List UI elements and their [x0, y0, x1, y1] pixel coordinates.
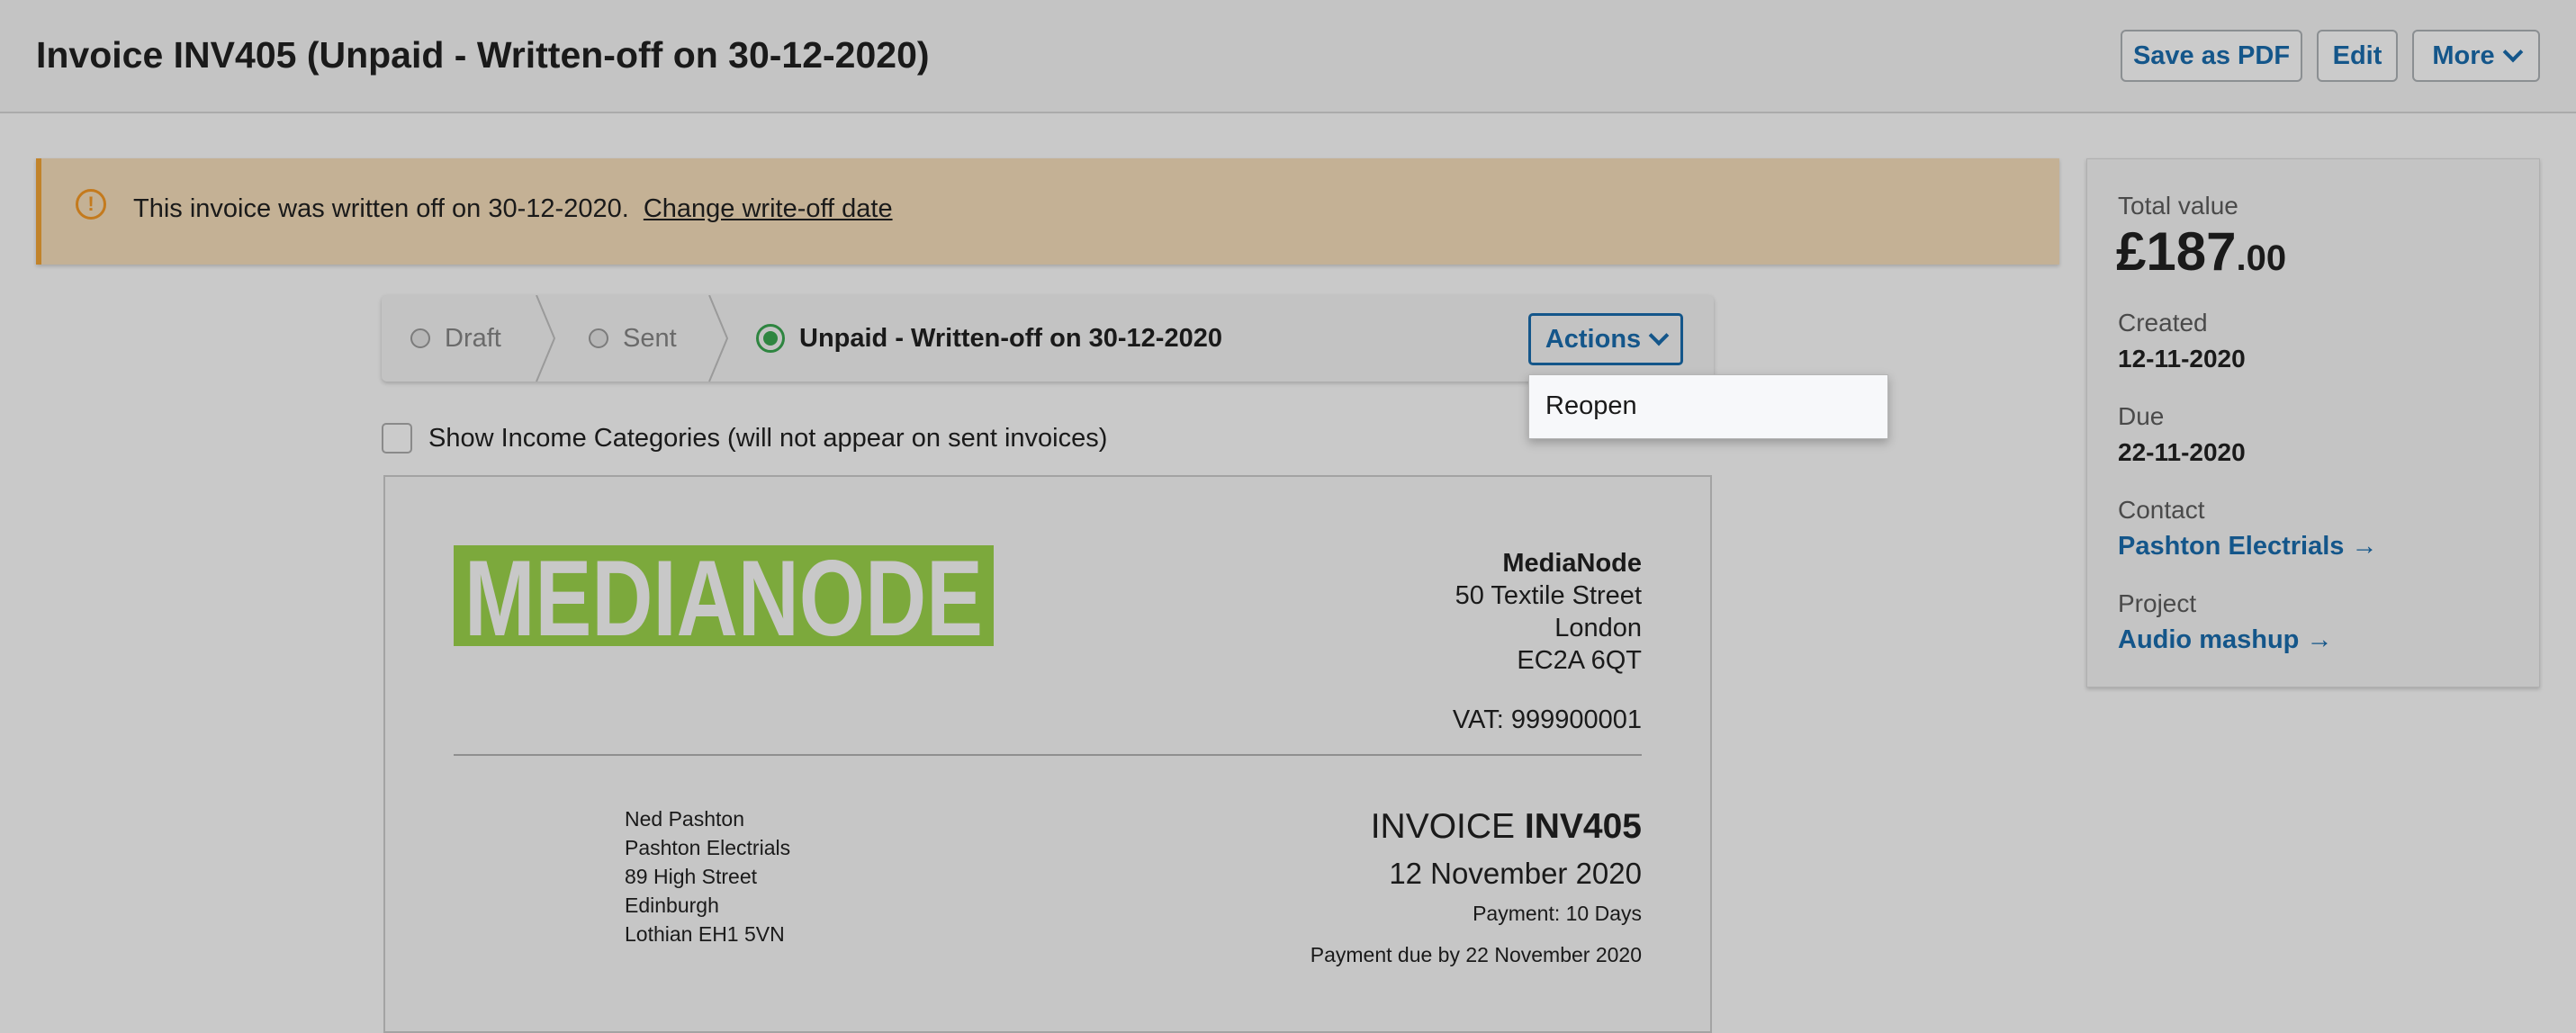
status-step-label: Draft	[445, 323, 501, 353]
show-income-categories-label[interactable]: Show Income Categories (will not appear …	[428, 424, 1107, 454]
actions-label: Actions	[1545, 324, 1642, 354]
client-address-line: Ned Pashton	[625, 807, 744, 831]
banner-text: This invoice was written off on 30-12-20…	[133, 194, 893, 224]
status-progress-bar: Draft Sent Unpaid - Written-off on 30-12…	[382, 295, 1714, 382]
company-address-line: EC2A 6QT	[1517, 646, 1642, 675]
invoice-date: 12 November 2020	[1389, 857, 1642, 890]
radio-icon	[410, 328, 430, 348]
logo-wordmark: MEDIANODE	[464, 545, 983, 646]
company-logo: MEDIANODE	[454, 545, 994, 646]
status-step-draft: Draft	[410, 295, 501, 382]
radio-checked-icon	[756, 324, 785, 353]
created-label: Created	[2118, 309, 2208, 337]
reopen-menu-item[interactable]: Reopen	[1545, 391, 1637, 421]
status-step-unpaid: Unpaid - Written-off on 30-12-2020	[756, 295, 1222, 382]
client-address-line: Edinburgh	[625, 894, 719, 917]
edit-button[interactable]: Edit	[2317, 30, 2398, 82]
save-as-pdf-button[interactable]: Save as PDF	[2121, 30, 2302, 82]
client-address: Ned Pashton Pashton Electrials 89 High S…	[625, 804, 790, 948]
step-separator-2	[708, 295, 729, 382]
invoice-divider	[454, 754, 1642, 756]
client-address-line: Lothian EH1 5VN	[625, 922, 785, 946]
more-button[interactable]: More	[2412, 30, 2540, 82]
total-value: £187.00	[2116, 220, 2286, 283]
banner-message: This invoice was written off on 30-12-20…	[133, 194, 629, 223]
company-address: MediaNode 50 Textile Street London EC2A …	[1455, 547, 1642, 677]
client-address-line: Pashton Electrials	[625, 836, 791, 859]
more-label: More	[2432, 40, 2495, 70]
invoice-number: INV405	[1524, 807, 1642, 846]
invoice-heading-prefix: INVOICE	[1370, 807, 1516, 846]
company-name: MediaNode	[1502, 549, 1642, 578]
total-value-label: Total value	[2118, 192, 2238, 220]
total-value-minor: .00	[2236, 238, 2287, 278]
contact-label: Contact	[2118, 496, 2205, 524]
due-label: Due	[2118, 402, 2165, 430]
status-step-sent: Sent	[589, 295, 677, 382]
client-address-line: 89 High Street	[625, 865, 758, 888]
payment-due: Payment due by 22 November 2020	[1310, 943, 1642, 966]
invoice-meta: INVOICE INV405 12 November 2020 Payment:…	[1311, 804, 1642, 970]
invoice-heading: INVOICE INV405	[1311, 804, 1642, 849]
edit-label: Edit	[2332, 40, 2382, 70]
payment-terms: Payment: 10 Days	[1473, 902, 1642, 925]
warning-icon: !	[76, 189, 106, 220]
invoice-preview: MEDIANODE MediaNode 50 Textile Street Lo…	[383, 475, 1712, 1033]
write-off-banner: ! This invoice was written off on 30-12-…	[36, 158, 2059, 265]
change-write-off-date-link[interactable]: Change write-off date	[644, 194, 893, 223]
company-address-line: 50 Textile Street	[1455, 581, 1642, 610]
status-step-label: Unpaid - Written-off on 30-12-2020	[799, 323, 1222, 353]
chevron-down-icon	[1648, 325, 1670, 346]
due-value: 22-11-2020	[2118, 438, 2246, 466]
created-value: 12-11-2020	[2118, 345, 2246, 373]
contact-link[interactable]: Pashton Electrials →	[2118, 532, 2378, 561]
income-categories-option: Show Income Categories (will not appear …	[382, 423, 1107, 454]
actions-button[interactable]: Actions	[1528, 313, 1683, 365]
invoice-summary-card: Total value £187.00 Created 12-11-2020 D…	[2086, 158, 2540, 687]
show-income-categories-checkbox[interactable]	[382, 423, 412, 454]
status-step-label: Sent	[623, 323, 677, 353]
save-as-pdf-label: Save as PDF	[2132, 40, 2291, 70]
project-link[interactable]: Audio mashup →	[2118, 625, 2332, 655]
radio-icon	[589, 328, 608, 348]
total-value-major: £187	[2116, 221, 2237, 282]
page-header: Invoice INV405 (Unpaid - Written-off on …	[0, 0, 2576, 113]
company-address-line: London	[1554, 614, 1642, 642]
page-title: Invoice INV405 (Unpaid - Written-off on …	[36, 34, 930, 76]
step-separator-1	[536, 295, 556, 382]
project-label: Project	[2118, 589, 2197, 617]
logo-text: MEDIANODE	[464, 545, 983, 646]
chevron-down-icon	[2502, 41, 2523, 63]
actions-dropdown: Reopen	[1528, 374, 1888, 439]
company-vat: VAT: 999900001	[1452, 705, 1642, 734]
